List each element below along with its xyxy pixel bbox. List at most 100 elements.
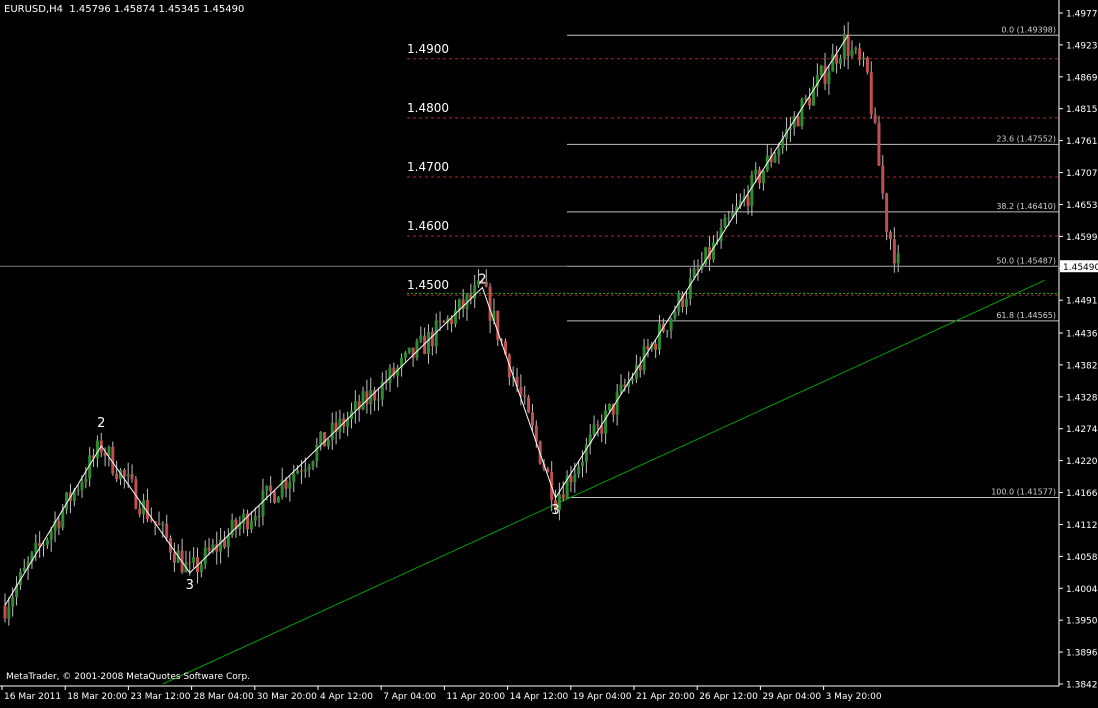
- bull-candle: [658, 323, 661, 350]
- bull-candle: [353, 401, 357, 411]
- bear-candle: [3, 605, 7, 619]
- bull-candle: [750, 174, 754, 207]
- bear-candle: [430, 331, 434, 347]
- bull-candle: [831, 53, 835, 72]
- bull-candle: [292, 473, 296, 483]
- bull-candle: [777, 148, 781, 156]
- bear-candle: [877, 122, 881, 166]
- price-tick-label: 1.47075: [1066, 169, 1098, 179]
- price-tick-label: 1.43280: [1066, 393, 1098, 403]
- fib-level-label: 38.2 (1.46410): [996, 202, 1056, 211]
- bull-candle: [330, 422, 334, 441]
- bull-candle: [84, 478, 88, 483]
- time-tick-label: 23 Mar 12:00: [130, 692, 190, 702]
- bear-candle: [442, 321, 446, 323]
- bull-candle: [604, 410, 608, 434]
- bull-candle: [673, 311, 677, 319]
- time-tick-label: 4 Apr 12:00: [320, 692, 373, 702]
- copyright-text: MetaTrader, © 2001-2008 MetaQuotes Softw…: [6, 672, 251, 682]
- chart-canvas[interactable]: 1.49775 1.49235 1.48695 1.48155 1.47615 1.470…: [0, 0, 1098, 704]
- bull-candle: [253, 516, 257, 521]
- bull-candle: [34, 543, 38, 553]
- bull-candle: [754, 169, 758, 175]
- bear-candle: [188, 562, 192, 564]
- bull-candle: [619, 384, 623, 393]
- bear-candle: [646, 346, 650, 350]
- price-tick-label: 1.48155: [1066, 105, 1098, 115]
- bull-candle: [296, 470, 300, 474]
- fib-level-label: 23.6 (1.47552): [996, 134, 1056, 143]
- bear-candle: [885, 193, 889, 232]
- price-tick-label: 1.46535: [1066, 201, 1098, 211]
- bear-candle: [527, 396, 531, 413]
- price-tick-label: 1.42200: [1066, 457, 1098, 467]
- bull-candle: [615, 392, 619, 415]
- bull-candle: [288, 482, 292, 489]
- bear-candle: [145, 500, 149, 520]
- bull-candle: [199, 564, 203, 573]
- bear-candle: [889, 231, 892, 240]
- bear-candle: [57, 520, 61, 528]
- symbol-name: EURUSD,H4: [4, 4, 64, 15]
- time-tick-label: 21 Apr 20:00: [636, 692, 695, 702]
- bull-candle: [388, 367, 392, 383]
- bull-candle: [361, 391, 365, 410]
- time-tick-label: 11 Apr 20:00: [446, 692, 505, 702]
- bear-candle: [323, 432, 327, 447]
- bull-candle: [842, 34, 846, 59]
- bull-candle: [577, 466, 581, 475]
- bull-candle: [896, 253, 900, 264]
- bull-candle: [573, 474, 577, 483]
- bull-candle: [226, 535, 230, 548]
- price-chart[interactable]: 1.49775 1.49235 1.48695 1.48155 1.47615 1.470…: [0, 0, 1098, 704]
- zigzag-line: [4, 34, 849, 606]
- resistance-price-label: 1.4700: [407, 160, 449, 174]
- bull-candle: [419, 335, 423, 341]
- bear-candle: [881, 165, 885, 194]
- bull-candle: [669, 318, 673, 331]
- wave-label: 3: [551, 503, 559, 518]
- bear-candle: [138, 508, 142, 515]
- price-tick-label: 1.38960: [1066, 649, 1098, 659]
- bull-candle: [303, 469, 307, 472]
- resistance-price-label: 1.4500: [407, 278, 449, 292]
- bear-candle: [269, 485, 273, 492]
- price-tick-label: 1.44360: [1066, 329, 1098, 339]
- fib-level-label: 61.8 (1.44565): [996, 311, 1056, 320]
- price-tick-label: 1.45995: [1066, 233, 1098, 243]
- bull-candle: [42, 544, 45, 546]
- wave-label: 2: [478, 272, 486, 287]
- price-tick-label: 1.39500: [1066, 617, 1098, 627]
- bear-candle: [438, 320, 442, 322]
- bear-candle: [257, 516, 261, 518]
- symbol-info: EURUSD,H4 1.45796 1.45874 1.45345 1.4549…: [4, 4, 244, 15]
- bear-candle: [284, 479, 288, 489]
- bull-candle: [276, 496, 280, 503]
- bear-candle: [365, 391, 369, 405]
- bear-candle: [892, 239, 896, 264]
- bull-candle: [126, 474, 130, 477]
- bull-candle: [415, 340, 419, 358]
- time-tick-label: 28 Mar 04:00: [194, 692, 254, 702]
- bull-candle: [631, 379, 635, 382]
- bull-candle: [311, 461, 315, 467]
- time-tick-label: 30 Mar 20:00: [257, 692, 317, 702]
- resistance-price-label: 1.4900: [407, 42, 449, 56]
- price-tick-label: 1.42740: [1066, 425, 1098, 435]
- price-tick-label: 1.41120: [1066, 521, 1098, 531]
- bull-candle: [7, 606, 11, 619]
- fib-level-label: 0.0 (1.49398): [1001, 25, 1056, 34]
- price-tick-label: 1.41660: [1066, 489, 1098, 499]
- price-tick-label: 1.40580: [1066, 553, 1098, 563]
- bear-candle: [530, 412, 534, 426]
- price-tick-label: 1.44915: [1066, 297, 1098, 307]
- bear-candle: [746, 196, 750, 207]
- price-tick-label: 1.47615: [1066, 137, 1098, 147]
- time-tick-label: 16 Mar 2011: [4, 692, 61, 702]
- bear-candle: [654, 343, 658, 350]
- current-price-label: 1.45490: [1063, 263, 1098, 273]
- bull-candle: [261, 490, 265, 517]
- symbol-quotes: 1.45796 1.45874 1.45345 1.45490: [69, 4, 245, 15]
- price-tick-label: 1.49775: [1066, 10, 1098, 20]
- bear-candle: [796, 116, 800, 127]
